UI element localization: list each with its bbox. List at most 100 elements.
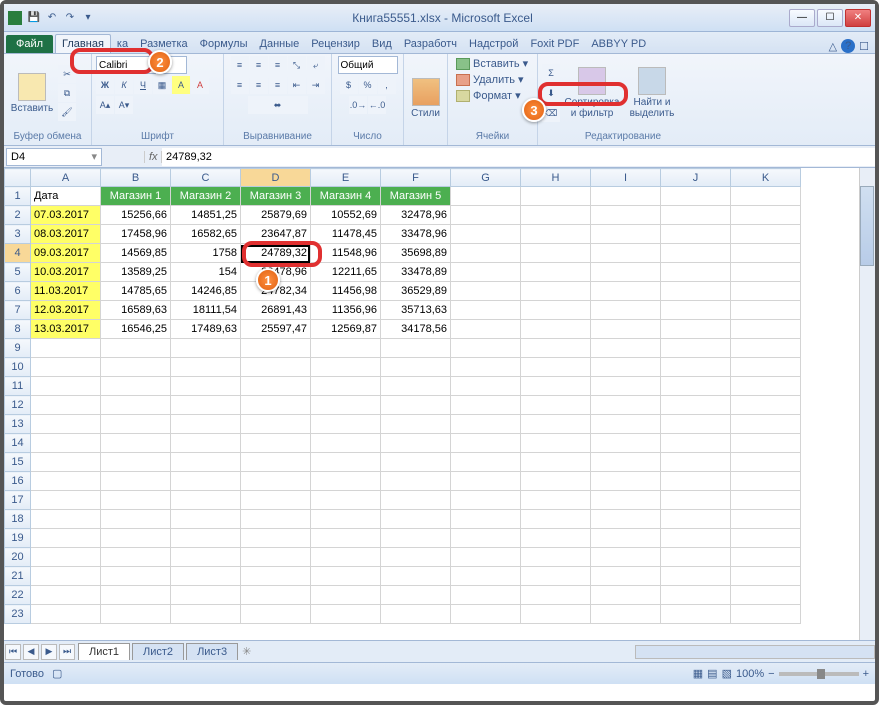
sheet-nav-prev-icon[interactable]: ◀	[23, 644, 39, 660]
sheet-nav-next-icon[interactable]: ▶	[41, 644, 57, 660]
tab-review[interactable]: Рецензир	[305, 35, 366, 53]
styles-button[interactable]: Стили	[408, 76, 443, 121]
copy-icon[interactable]: ⧉	[58, 84, 76, 102]
name-box-value: D4	[11, 151, 25, 163]
decrease-font-icon[interactable]: A▾	[115, 96, 133, 114]
formula-input[interactable]	[162, 148, 875, 166]
italic-button[interactable]: К	[115, 76, 133, 94]
align-bottom-icon[interactable]: ≡	[269, 56, 287, 74]
percent-icon[interactable]: %	[359, 76, 377, 94]
macro-record-icon[interactable]: ▢	[52, 667, 62, 680]
align-left-icon[interactable]: ≡	[231, 76, 249, 94]
sheet-tab-1[interactable]: Лист1	[78, 643, 130, 660]
vertical-scrollbar[interactable]	[859, 168, 875, 640]
increase-decimal-icon[interactable]: .0→	[349, 96, 367, 114]
minimize-button[interactable]: —	[789, 9, 815, 27]
styles-icon	[412, 78, 440, 106]
view-pagebreak-icon[interactable]: ▧	[722, 667, 732, 680]
titlebar: 💾 ↶ ↷ ▾ Книга55551.xlsx - Microsoft Exce…	[4, 4, 875, 32]
tab-home[interactable]: Главная	[55, 34, 111, 53]
maximize-button[interactable]: ☐	[817, 9, 843, 27]
name-box[interactable]: D4▾	[6, 148, 102, 166]
view-normal-icon[interactable]: ▦	[693, 667, 703, 680]
scrollbar-thumb[interactable]	[860, 186, 874, 266]
worksheet-grid[interactable]: ABCDEFGHIJK1ДатаМагазин 1Магазин 2Магази…	[4, 168, 875, 640]
decrease-indent-icon[interactable]: ⇤	[288, 76, 306, 94]
bold-button[interactable]: Ж	[96, 76, 114, 94]
merge-center-button[interactable]: ⬌	[248, 96, 308, 114]
status-bar: Готово ▢ ▦ ▤ ▧ 100% − +	[4, 662, 875, 684]
view-layout-icon[interactable]: ▤	[707, 667, 717, 680]
sort-filter-button[interactable]: Сортировка и фильтр	[562, 65, 622, 121]
increase-indent-icon[interactable]: ⇥	[307, 76, 325, 94]
font-name-select[interactable]	[96, 56, 156, 74]
minimize-ribbon-icon[interactable]: △	[829, 40, 837, 53]
group-cells: Вставить▾ Удалить▾ Формат▾ Ячейки	[448, 54, 538, 145]
formula-bar: D4▾ fx	[4, 146, 875, 168]
decrease-decimal-icon[interactable]: ←.0	[368, 96, 386, 114]
currency-icon[interactable]: $	[340, 76, 358, 94]
fx-icon[interactable]: fx	[144, 151, 162, 163]
cells-format-button[interactable]: Формат▾	[452, 88, 533, 103]
redo-icon[interactable]: ↷	[62, 10, 78, 26]
fill-color-button[interactable]: А	[172, 76, 190, 94]
close-button[interactable]: ✕	[845, 9, 871, 27]
format-painter-icon[interactable]: 🖌	[58, 103, 76, 121]
fill-icon[interactable]: ⬇	[542, 84, 560, 102]
group-cells-label: Ячейки	[452, 130, 533, 143]
horizontal-scrollbar[interactable]	[635, 645, 875, 659]
tab-abbyy[interactable]: ABBYY PD	[585, 35, 652, 53]
paste-button[interactable]: Вставить	[8, 71, 56, 116]
tab-formulas[interactable]: Формулы	[194, 35, 254, 53]
group-number-label: Число	[336, 130, 399, 143]
format-cells-icon	[456, 90, 470, 102]
group-clipboard-label: Буфер обмена	[8, 130, 87, 143]
cut-icon[interactable]: ✂	[58, 65, 76, 83]
ribbon-tabs: Файл Главная ка Разметка Формулы Данные …	[4, 32, 875, 54]
align-center-icon[interactable]: ≡	[250, 76, 268, 94]
group-styles: Стили	[404, 54, 448, 145]
chevron-down-icon: ▾	[515, 89, 521, 102]
qat-more-icon[interactable]: ▾	[80, 10, 96, 26]
cells-delete-button[interactable]: Удалить▾	[452, 72, 533, 87]
new-sheet-icon[interactable]: ✳	[242, 645, 251, 658]
zoom-level[interactable]: 100%	[736, 668, 764, 680]
align-top-icon[interactable]: ≡	[231, 56, 249, 74]
border-button[interactable]: ▦	[153, 76, 171, 94]
cells-insert-button[interactable]: Вставить▾	[452, 56, 533, 71]
tab-insert[interactable]: ка	[111, 35, 134, 53]
font-color-button[interactable]: А	[191, 76, 209, 94]
tab-developer[interactable]: Разработч	[398, 35, 463, 53]
autosum-icon[interactable]: Σ	[542, 64, 560, 82]
window-title: Книга55551.xlsx - Microsoft Excel	[96, 11, 789, 25]
zoom-out-button[interactable]: −	[768, 668, 774, 680]
zoom-in-button[interactable]: +	[863, 668, 869, 680]
comma-icon[interactable]: ,	[378, 76, 396, 94]
status-text: Готово	[10, 668, 44, 680]
increase-font-icon[interactable]: A▴	[96, 96, 114, 114]
find-select-button[interactable]: Найти и выделить	[624, 65, 680, 121]
sheet-tab-3[interactable]: Лист3	[186, 643, 238, 660]
save-icon[interactable]: 💾	[26, 10, 42, 26]
paste-icon	[18, 73, 46, 101]
zoom-slider[interactable]	[779, 672, 859, 676]
tab-data[interactable]: Данные	[254, 35, 306, 53]
tab-foxit[interactable]: Foxit PDF	[524, 35, 585, 53]
sort-filter-icon	[578, 67, 606, 95]
number-format-select[interactable]	[338, 56, 398, 74]
wrap-text-icon[interactable]: ⤶	[307, 56, 325, 74]
undo-icon[interactable]: ↶	[44, 10, 60, 26]
group-alignment-label: Выравнивание	[228, 130, 327, 143]
sheet-nav-first-icon[interactable]: ⏮	[5, 644, 21, 660]
orientation-icon[interactable]: ⤡	[288, 56, 306, 74]
tab-addins[interactable]: Надстрой	[463, 35, 524, 53]
sheet-tab-2[interactable]: Лист2	[132, 643, 184, 660]
tab-file[interactable]: Файл	[6, 35, 53, 53]
help-icon[interactable]: ?	[841, 39, 855, 53]
align-right-icon[interactable]: ≡	[269, 76, 287, 94]
sheet-nav-last-icon[interactable]: ⏭	[59, 644, 75, 660]
window-restore-icon[interactable]: ☐	[859, 40, 869, 53]
align-middle-icon[interactable]: ≡	[250, 56, 268, 74]
tab-view[interactable]: Вид	[366, 35, 398, 53]
underline-button[interactable]: Ч	[134, 76, 152, 94]
